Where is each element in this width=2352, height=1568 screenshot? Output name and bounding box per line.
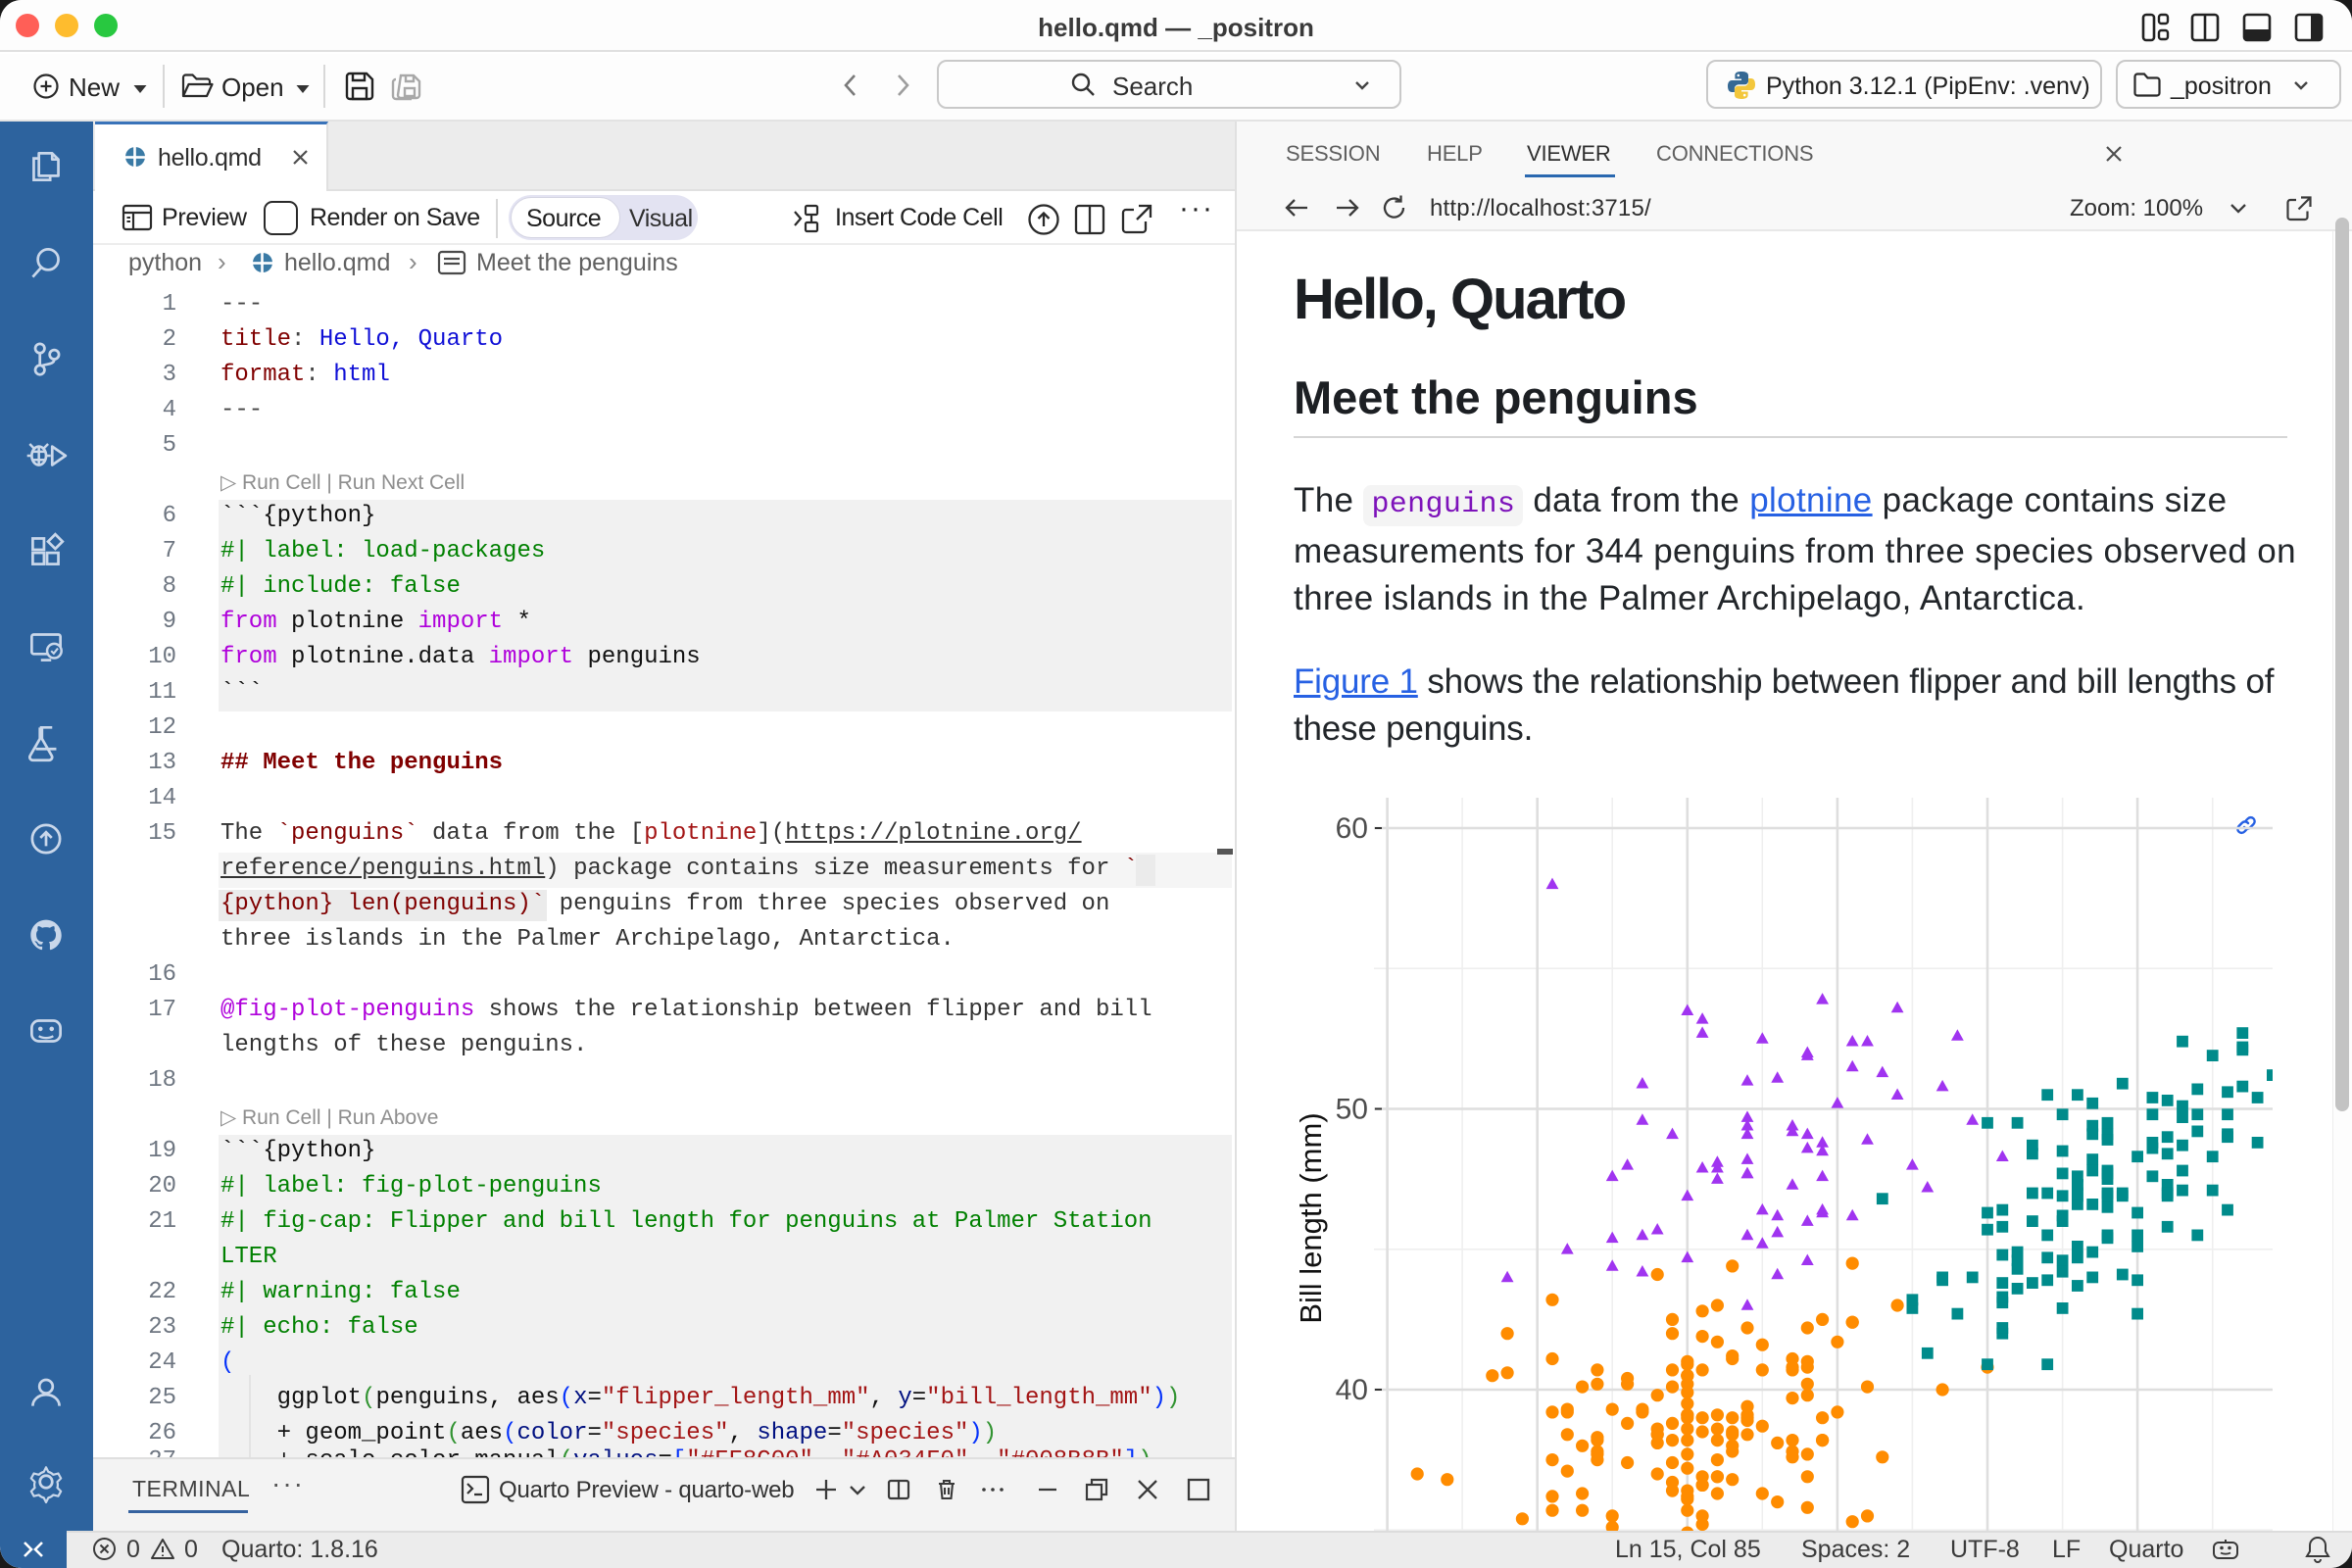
- svg-text:40: 40: [1336, 1374, 1368, 1406]
- svg-text:50: 50: [1336, 1094, 1368, 1126]
- svg-text:60: 60: [1336, 812, 1368, 845]
- svg-text:Bill length (mm): Bill length (mm): [1294, 1112, 1328, 1323]
